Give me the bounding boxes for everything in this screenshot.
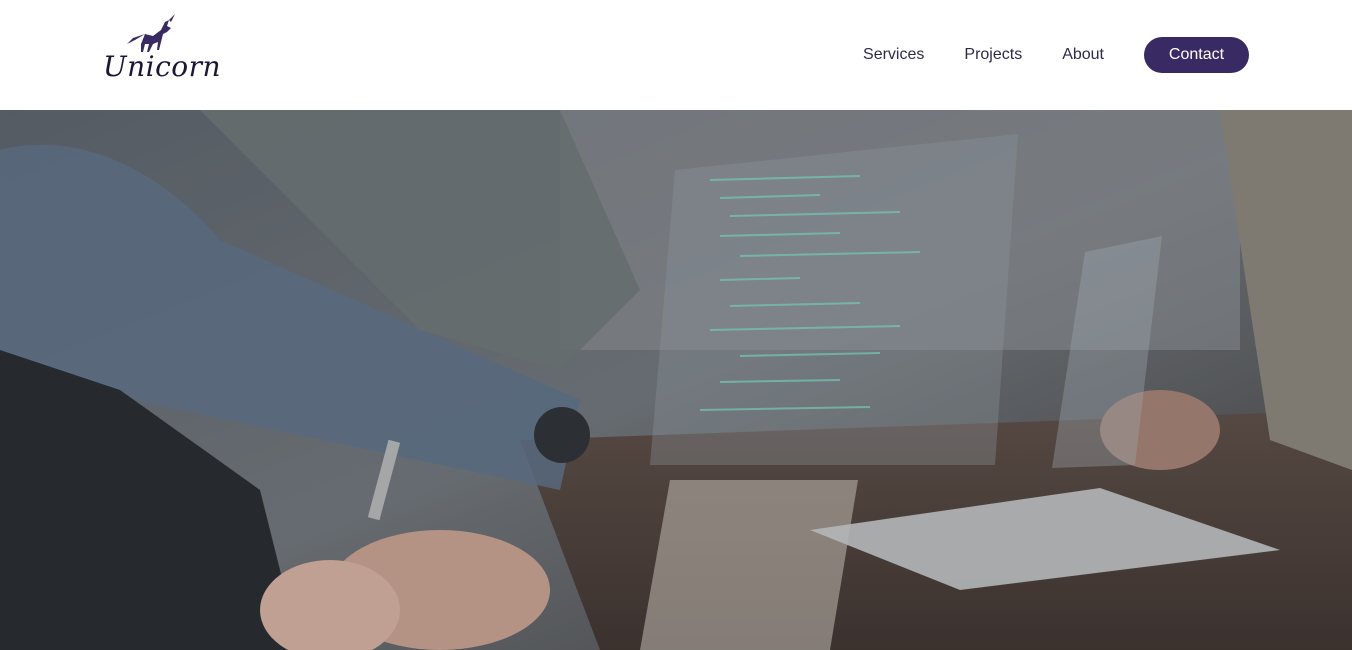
- nav-link-about[interactable]: About: [1062, 37, 1104, 73]
- hero-background-image: [0, 110, 1352, 650]
- brand-logo[interactable]: Unicorn: [103, 14, 221, 88]
- site-header: Unicorn Services Projects About Contact: [0, 0, 1352, 110]
- nav-link-services[interactable]: Services: [863, 37, 924, 73]
- main-nav: Services Projects About Contact: [863, 37, 1249, 73]
- nav-link-projects[interactable]: Projects: [964, 37, 1022, 73]
- contact-button[interactable]: Contact: [1144, 37, 1249, 73]
- hero-banner: [0, 110, 1352, 650]
- brand-name: Unicorn: [103, 50, 222, 83]
